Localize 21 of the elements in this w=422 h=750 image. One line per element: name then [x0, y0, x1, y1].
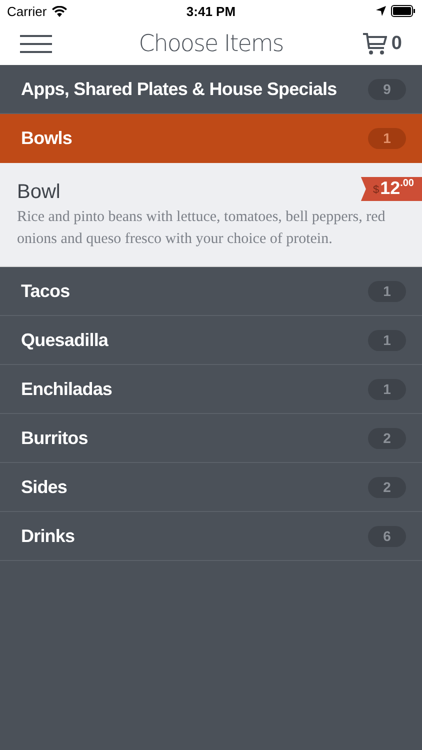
item-count: 6 [368, 526, 406, 546]
cart-icon [363, 32, 388, 54]
battery-icon [391, 5, 416, 17]
screen-title: Choose Items [138, 30, 284, 56]
cart-button[interactable]: 0 [363, 32, 402, 54]
status-time: 3:41 PM [186, 4, 236, 18]
item-description: Rice and pinto beans with lettuce, tomatoes, bell peppers, red onions and queso fresco with your choice of protein. [17, 208, 386, 249]
item-count: 9 [368, 78, 406, 100]
category-row[interactable]: Bowls 1 [0, 114, 422, 163]
item-name: Bowl [17, 181, 60, 204]
item-count: 1 [368, 128, 406, 148]
item-count: 1 [368, 378, 406, 400]
menu-button[interactable] [20, 34, 52, 52]
item-count: 2 [368, 428, 406, 448]
menu-icon [20, 34, 52, 52]
carrier-name: Carrier [7, 4, 47, 18]
item-count: 2 [368, 476, 406, 498]
item-count: 1 [368, 330, 406, 350]
item-count: 1 [368, 280, 406, 302]
wifi-icon [52, 6, 67, 16]
location-icon [376, 6, 386, 16]
